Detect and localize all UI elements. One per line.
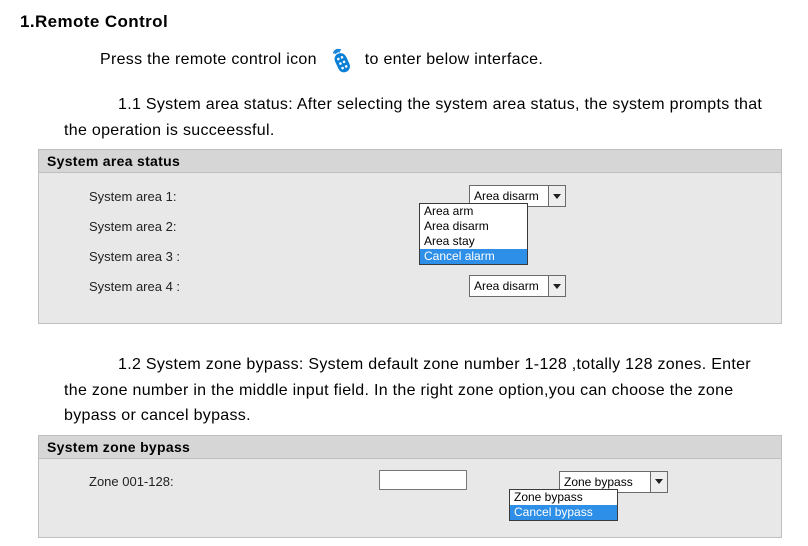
intro-text-after: to enter below interface. xyxy=(365,51,543,69)
select-value: Area disarm xyxy=(470,276,548,296)
system-area-status-panel: System area status System area 1: Area d… xyxy=(38,149,782,324)
section-1-1-text: 1.1 System area status: After selecting … xyxy=(64,92,778,143)
dropdown-option[interactable]: Area disarm xyxy=(420,219,527,234)
dropdown-option-selected[interactable]: Cancel alarm xyxy=(420,249,527,264)
chevron-down-icon xyxy=(548,276,565,296)
remote-control-icon xyxy=(325,46,357,74)
zone-number-input[interactable] xyxy=(379,470,467,490)
area-status-dropdown[interactable]: Area arm Area disarm Area stay Cancel al… xyxy=(419,203,528,265)
system-area-label: System area 3 : xyxy=(39,249,469,264)
dropdown-option[interactable]: Area stay xyxy=(420,234,527,249)
system-area-label: System area 2: xyxy=(39,219,469,234)
area-status-select-4[interactable]: Area disarm xyxy=(469,275,566,297)
heading-remote-control: 1.Remote Control xyxy=(20,12,788,32)
system-area-row: System area 1: Area disarm xyxy=(39,181,781,211)
system-area-label: System area 4 : xyxy=(39,279,469,294)
system-area-row: System area 2: xyxy=(39,211,781,241)
system-area-row: System area 3 : xyxy=(39,241,781,271)
system-area-row: System area 4 : Area disarm xyxy=(39,271,781,301)
system-area-label: System area 1: xyxy=(39,189,469,204)
panel-body: System area 1: Area disarm System area 2… xyxy=(39,173,781,323)
intro-text-before: Press the remote control icon xyxy=(100,51,317,69)
system-zone-bypass-panel: System zone bypass Zone 001-128: Zone by… xyxy=(38,435,782,538)
zone-label: Zone 001-128: xyxy=(39,474,379,489)
zone-bypass-dropdown[interactable]: Zone bypass Cancel bypass xyxy=(509,489,618,521)
dropdown-option[interactable]: Zone bypass xyxy=(510,490,617,505)
chevron-down-icon xyxy=(650,472,667,492)
panel-title: System zone bypass xyxy=(39,436,781,459)
dropdown-option[interactable]: Area arm xyxy=(420,204,527,219)
panel-title: System area status xyxy=(39,150,781,173)
panel-body: Zone 001-128: Zone bypass Zone bypass Ca… xyxy=(39,459,781,537)
dropdown-option-selected[interactable]: Cancel bypass xyxy=(510,505,617,520)
zone-row: Zone 001-128: Zone bypass xyxy=(39,467,781,497)
chevron-down-icon xyxy=(548,186,565,206)
section-1-2-text: 1.2 System zone bypass: System default z… xyxy=(64,352,778,429)
intro-line: Press the remote control icon to enter b… xyxy=(100,46,788,74)
